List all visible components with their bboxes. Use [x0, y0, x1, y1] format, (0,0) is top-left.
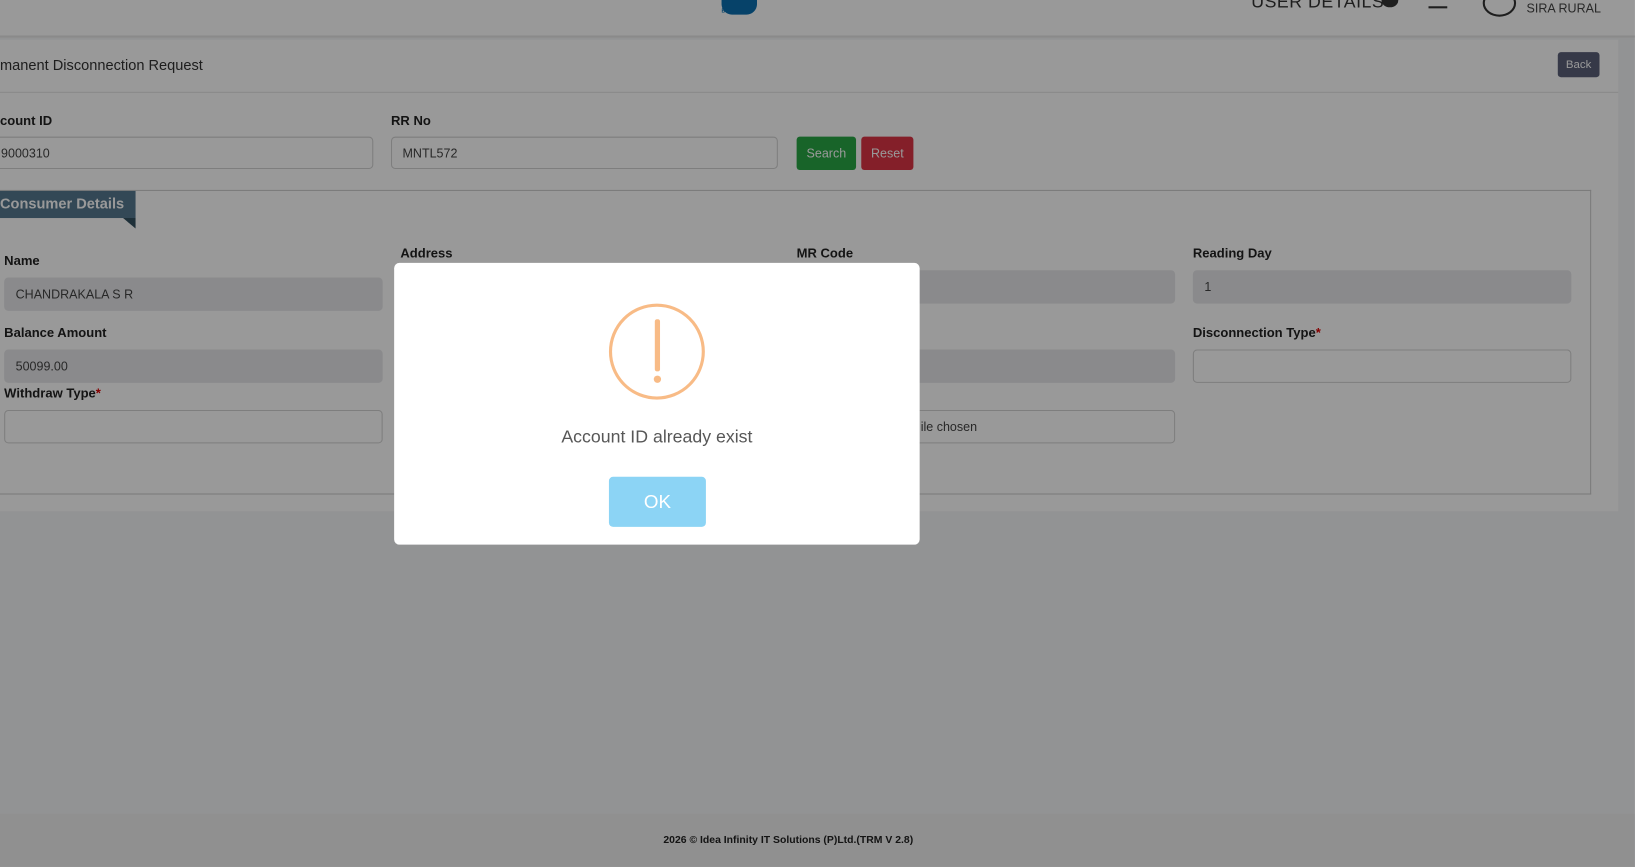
- ok-button[interactable]: OK: [608, 476, 706, 527]
- page: BESCOM USER DETAILS SIRA RURAL manent Di…: [0, 0, 1635, 867]
- warning-icon-bar: [654, 319, 661, 372]
- dialog-message: Account ID already exist: [561, 426, 753, 447]
- warning-icon-dot: [653, 375, 662, 383]
